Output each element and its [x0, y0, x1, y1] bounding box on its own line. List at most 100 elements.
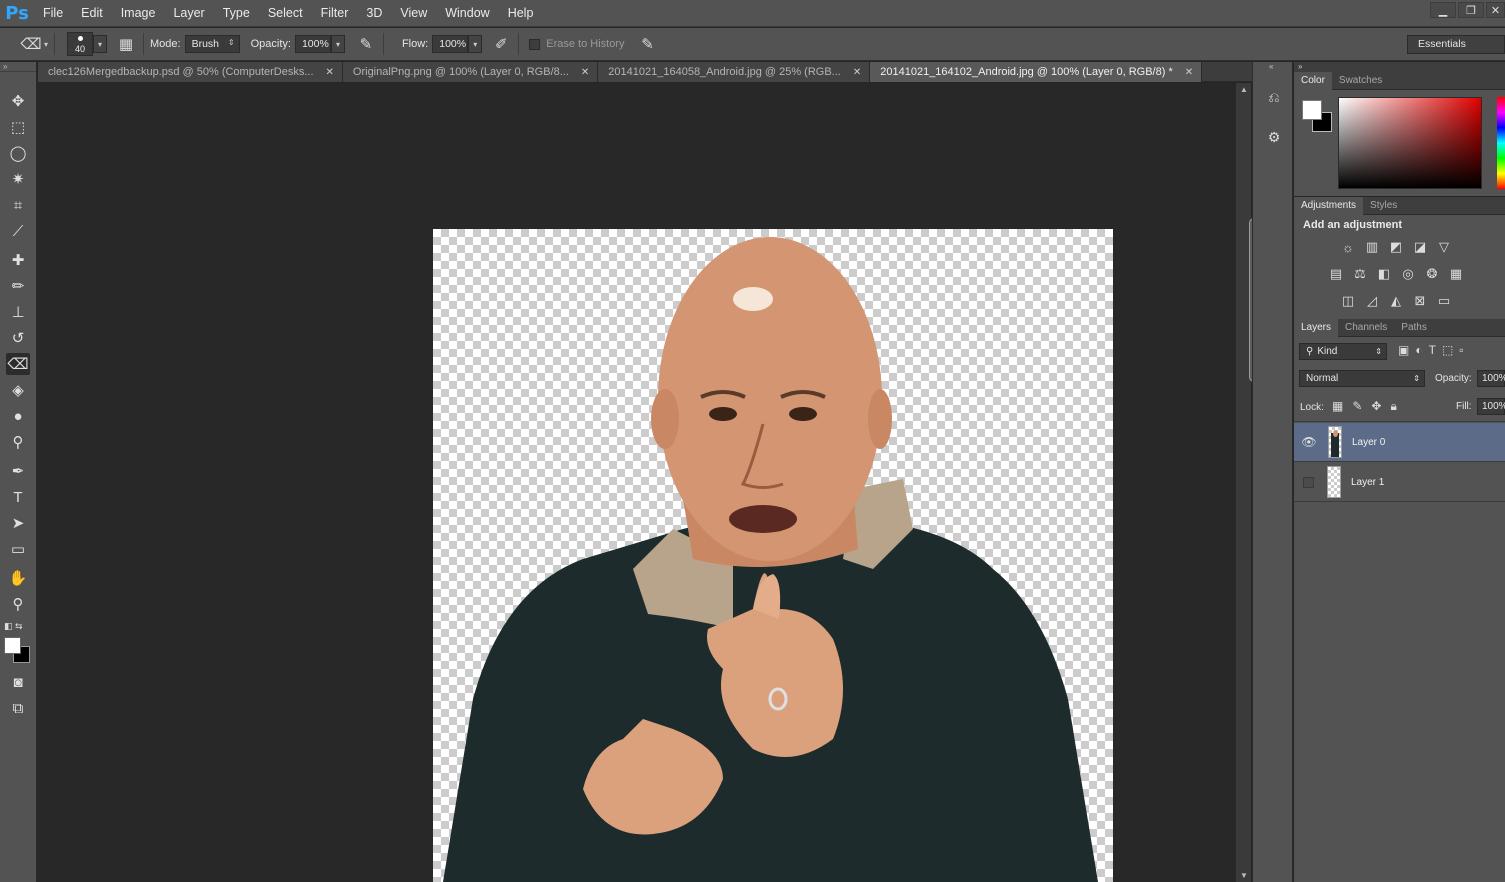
foreground-color-swatch[interactable]	[4, 637, 21, 654]
invert-icon[interactable]: ◫	[1336, 291, 1360, 311]
eraser-tool-icon[interactable]: ⌫	[6, 353, 30, 375]
swap-colors-icon[interactable]: ◧ ⇆	[4, 621, 23, 632]
menu-help[interactable]: Help	[499, 0, 543, 27]
blend-mode-dropdown[interactable]: Normal ⇕	[1299, 370, 1425, 387]
path-selection-tool-icon[interactable]: ➤	[6, 512, 30, 534]
close-window-button[interactable]: ✕	[1486, 2, 1505, 18]
tab-styles[interactable]: Styles	[1363, 197, 1404, 215]
flow-slider-arrow-icon[interactable]: ▾	[468, 35, 483, 53]
lock-transparent-icon[interactable]: ▦	[1332, 399, 1343, 414]
lock-all-icon[interactable]: 🔒︎	[1390, 399, 1396, 414]
layer-name[interactable]: Layer 0	[1352, 437, 1385, 448]
foreground-color-swatch[interactable]	[1302, 100, 1322, 120]
tab-paths[interactable]: Paths	[1394, 319, 1434, 337]
curves-icon[interactable]: ◩	[1384, 237, 1408, 257]
document-canvas[interactable]	[433, 229, 1113, 882]
close-icon[interactable]: ✕	[326, 67, 334, 78]
vibrance-icon[interactable]: ▽	[1432, 237, 1456, 257]
magic-wand-tool-icon[interactable]: ✷	[6, 168, 30, 190]
paint-bucket-tool-icon[interactable]: ◈	[6, 379, 30, 401]
menu-window[interactable]: Window	[436, 0, 498, 27]
brush-preset-picker[interactable]: 40	[67, 32, 94, 56]
opacity-slider-arrow-icon[interactable]: ▾	[330, 35, 345, 53]
color-picker-field[interactable]	[1338, 97, 1482, 189]
hand-tool-icon[interactable]: ✋	[6, 567, 30, 589]
close-icon[interactable]: ✕	[581, 67, 589, 78]
brush-panel-toggle-icon[interactable]: ▦	[115, 33, 137, 55]
layer-row[interactable]: 👁︎ Layer 0	[1294, 423, 1505, 462]
channel-mixer-icon[interactable]: ❂	[1420, 264, 1444, 284]
menu-filter[interactable]: Filter	[312, 0, 358, 27]
tab-color[interactable]: Color	[1294, 71, 1332, 90]
lock-pixels-icon[interactable]: ✎	[1352, 399, 1362, 414]
fill-field[interactable]: 100%	[1477, 398, 1505, 415]
panel-grip-icon[interactable]: »	[1294, 62, 1505, 72]
selective-color-icon[interactable]: ⊠	[1408, 291, 1432, 311]
brightness-contrast-icon[interactable]: ☼	[1336, 237, 1360, 257]
scroll-down-icon[interactable]: ▼	[1240, 871, 1248, 880]
rectangle-tool-icon[interactable]: ▭	[6, 538, 30, 560]
hue-saturation-icon[interactable]: ▤	[1324, 264, 1348, 284]
document-tab[interactable]: OriginalPng.png @ 100% (Layer 0, RGB/8..…	[342, 62, 599, 82]
lasso-tool-icon[interactable]: ◯	[6, 142, 30, 164]
marquee-tool-icon[interactable]: ⬚	[6, 116, 30, 138]
close-icon[interactable]: ✕	[1185, 67, 1193, 78]
visibility-eye-icon[interactable]: 👁︎	[1300, 433, 1318, 451]
menu-3d[interactable]: 3D	[357, 0, 391, 27]
color-lookup-icon[interactable]: ▦	[1444, 264, 1468, 284]
threshold-icon[interactable]: ◭	[1384, 291, 1408, 311]
tab-layers[interactable]: Layers	[1294, 318, 1339, 337]
menu-type[interactable]: Type	[214, 0, 259, 27]
crop-tool-icon[interactable]: ⌗	[6, 194, 30, 216]
airbrush-icon[interactable]: ✐	[490, 33, 512, 55]
photo-filter-icon[interactable]: ◎	[1396, 264, 1420, 284]
menu-view[interactable]: View	[391, 0, 436, 27]
document-tab[interactable]: clec126Mergedbackup.psd @ 50% (ComputerD…	[38, 62, 343, 82]
type-filter-icon[interactable]: T	[1429, 343, 1436, 357]
color-balance-icon[interactable]: ⚖	[1348, 264, 1372, 284]
workspace-switcher[interactable]: Essentials	[1407, 35, 1505, 54]
document-tab[interactable]: 20141021_164058_Android.jpg @ 25% (RGB..…	[598, 62, 871, 82]
menu-file[interactable]: File	[34, 0, 72, 27]
clone-stamp-tool-icon[interactable]: ⊥	[6, 301, 30, 323]
blur-tool-icon[interactable]: ●	[6, 405, 30, 427]
eraser-tool-preset-icon[interactable]: ⌫	[20, 33, 42, 55]
eyedropper-tool-icon[interactable]: ⟋	[6, 220, 30, 242]
tab-swatches[interactable]: Swatches	[1332, 72, 1389, 90]
mode-dropdown[interactable]: Brush ⇕	[184, 35, 240, 53]
menu-layer[interactable]: Layer	[164, 0, 213, 27]
opacity-field[interactable]: 100%	[294, 35, 331, 53]
quick-mask-icon[interactable]: ◙	[6, 671, 30, 693]
zoom-tool-icon[interactable]: ⚲	[6, 593, 30, 615]
vertical-scrollbar[interactable]: ▲ ▼	[1235, 83, 1259, 882]
menu-image[interactable]: Image	[112, 0, 165, 27]
panel-grip-icon[interactable]: »	[0, 62, 36, 72]
tab-adjustments[interactable]: Adjustments	[1294, 196, 1364, 215]
history-panel-icon[interactable]: ⎌	[1265, 88, 1283, 106]
levels-icon[interactable]: ▥	[1360, 237, 1384, 257]
document-tab-active[interactable]: 20141021_164102_Android.jpg @ 100% (Laye…	[870, 62, 1203, 82]
pressure-size-icon[interactable]: ✎	[636, 33, 658, 55]
menu-select[interactable]: Select	[259, 0, 312, 27]
layer-opacity-field[interactable]: 100%	[1477, 370, 1505, 387]
flow-field[interactable]: 100%	[432, 35, 469, 53]
tab-channels[interactable]: Channels	[1338, 319, 1394, 337]
shape-filter-icon[interactable]: ⬚	[1442, 343, 1453, 357]
canvas-area[interactable]	[38, 83, 1235, 882]
adjustment-filter-icon[interactable]: ◐	[1415, 343, 1422, 357]
minimize-button[interactable]: ▁	[1430, 2, 1456, 18]
tool-preset-arrow-icon[interactable]: ▾	[44, 40, 48, 49]
brush-preset-arrow-icon[interactable]: ▾	[93, 35, 108, 53]
restore-button[interactable]: ❐	[1458, 2, 1484, 18]
posterize-icon[interactable]: ◿	[1360, 291, 1384, 311]
smart-object-filter-icon[interactable]: ▫	[1459, 343, 1463, 357]
pressure-opacity-icon[interactable]: ✎	[355, 33, 377, 55]
exposure-icon[interactable]: ◪	[1408, 237, 1432, 257]
hue-slider[interactable]	[1497, 97, 1505, 189]
healing-brush-tool-icon[interactable]: ✚	[6, 249, 30, 271]
properties-panel-icon[interactable]: ⚙	[1265, 128, 1283, 146]
type-tool-icon[interactable]: T	[6, 486, 30, 508]
lock-position-icon[interactable]: ✥	[1371, 399, 1381, 414]
visibility-toggle[interactable]	[1303, 476, 1314, 488]
close-icon[interactable]: ✕	[853, 67, 861, 78]
